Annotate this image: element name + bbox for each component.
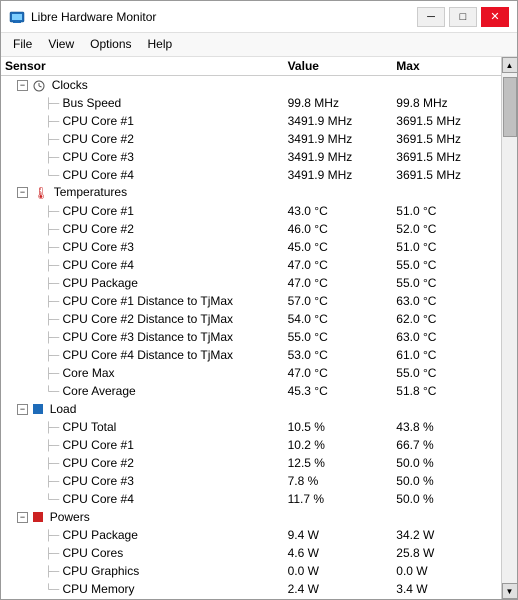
header-sensor: Sensor — [1, 57, 284, 76]
clocks-header: − Clocks — [1, 76, 284, 94]
section-temperatures[interactable]: − 🌡 Temperatures — [1, 184, 501, 202]
window-title: Libre Hardware Monitor — [31, 10, 156, 24]
temperature-icon: 🌡 — [33, 186, 48, 200]
sensor-table: Sensor Value Max − Clocks — [1, 57, 501, 599]
powers-expand-icon[interactable]: − — [17, 512, 28, 523]
main-scroll-area[interactable]: Sensor Value Max − Clocks — [1, 57, 501, 599]
temperatures-label: Temperatures — [54, 185, 127, 199]
title-bar: Libre Hardware Monitor ─ □ ✕ — [1, 1, 517, 33]
menu-file[interactable]: File — [5, 35, 40, 54]
vertical-scrollbar[interactable]: ▲ ▼ — [501, 57, 517, 599]
section-clocks[interactable]: − Clocks — [1, 76, 501, 94]
menu-view[interactable]: View — [40, 35, 82, 54]
menu-help[interactable]: Help — [140, 35, 181, 54]
app-icon — [9, 9, 25, 25]
table-row: ├─ Core Max 47.0 °C 55.0 °C — [1, 364, 501, 382]
load-expand-icon[interactable]: − — [17, 404, 28, 415]
table-row: ├─ CPU Core #2 Distance to TjMax 54.0 °C… — [1, 310, 501, 328]
table-row: ├─ CPU Core #3 3491.9 MHz 3691.5 MHz — [1, 148, 501, 166]
powers-label: Powers — [50, 510, 90, 524]
clock-icon — [33, 80, 45, 92]
temperatures-header: − 🌡 Temperatures — [1, 184, 284, 202]
section-powers[interactable]: − Powers — [1, 508, 501, 526]
table-row: ├─ CPU Core #3 Distance to TjMax 55.0 °C… — [1, 328, 501, 346]
table-row: ├─ CPU Core #2 3491.9 MHz 3691.5 MHz — [1, 130, 501, 148]
table-row: ├─ CPU Package 9.4 W 34.2 W — [1, 526, 501, 544]
scroll-track[interactable] — [502, 73, 517, 583]
table-row: ├─ CPU Package 47.0 °C 55.0 °C — [1, 274, 501, 292]
temperatures-expand-icon[interactable]: − — [17, 187, 28, 198]
powers-header: − Powers — [1, 508, 284, 526]
header-value: Value — [284, 57, 393, 76]
powers-icon — [33, 512, 43, 522]
table-row: ├─ CPU Total 10.5 % 43.8 % — [1, 418, 501, 436]
clocks-expand-icon[interactable]: − — [17, 80, 28, 91]
table-row: ├─ CPU Core #3 7.8 % 50.0 % — [1, 472, 501, 490]
table-row: ├─ CPU Cores 4.6 W 25.8 W — [1, 544, 501, 562]
load-icon — [33, 404, 43, 414]
scroll-down-button[interactable]: ▼ — [502, 583, 518, 599]
title-bar-left: Libre Hardware Monitor — [9, 9, 156, 25]
table-row: ├─ CPU Core #1 43.0 °C 51.0 °C — [1, 202, 501, 220]
generic-memory-header: + Generic Memory — [1, 598, 284, 600]
header-max: Max — [392, 57, 501, 76]
table-row: └─ CPU Memory 2.4 W 3.4 W — [1, 580, 501, 598]
table-row: └─ CPU Core #4 11.7 % 50.0 % — [1, 490, 501, 508]
table-row: ├─ CPU Core #1 10.2 % 66.7 % — [1, 436, 501, 454]
table-row: └─ Core Average 45.3 °C 51.8 °C — [1, 382, 501, 400]
table-row: ├─ CPU Core #3 45.0 °C 51.0 °C — [1, 238, 501, 256]
table-row: ├─ CPU Core #4 47.0 °C 55.0 °C — [1, 256, 501, 274]
menu-options[interactable]: Options — [82, 35, 139, 54]
window-controls: ─ □ ✕ — [417, 7, 509, 27]
table-row: ├─ CPU Graphics 0.0 W 0.0 W — [1, 562, 501, 580]
table-row: ├─ CPU Core #2 12.5 % 50.0 % — [1, 454, 501, 472]
content-area: Sensor Value Max − Clocks — [1, 57, 517, 599]
table-header: Sensor Value Max — [1, 57, 501, 76]
table-row: ├─ Bus Speed 99.8 MHz 99.8 MHz — [1, 94, 501, 112]
load-header: − Load — [1, 400, 284, 418]
table-row: ├─ CPU Core #1 Distance to TjMax 57.0 °C… — [1, 292, 501, 310]
section-load[interactable]: − Load — [1, 400, 501, 418]
maximize-button[interactable]: □ — [449, 7, 477, 27]
scroll-up-button[interactable]: ▲ — [502, 57, 518, 73]
section-generic-memory[interactable]: + Generic Memory — [1, 598, 501, 600]
table-row: ├─ CPU Core #2 46.0 °C 52.0 °C — [1, 220, 501, 238]
clocks-bus-speed: Bus Speed — [63, 96, 122, 110]
scroll-thumb[interactable] — [503, 77, 517, 137]
table-row: └─ CPU Core #4 3491.9 MHz 3691.5 MHz — [1, 166, 501, 184]
main-window: Libre Hardware Monitor ─ □ ✕ File View O… — [0, 0, 518, 600]
minimize-button[interactable]: ─ — [417, 7, 445, 27]
close-button[interactable]: ✕ — [481, 7, 509, 27]
load-label: Load — [50, 402, 77, 416]
clocks-label: Clocks — [52, 78, 88, 92]
menu-bar: File View Options Help — [1, 33, 517, 57]
table-row: ├─ CPU Core #1 3491.9 MHz 3691.5 MHz — [1, 112, 501, 130]
table-row: ├─ CPU Core #4 Distance to TjMax 53.0 °C… — [1, 346, 501, 364]
